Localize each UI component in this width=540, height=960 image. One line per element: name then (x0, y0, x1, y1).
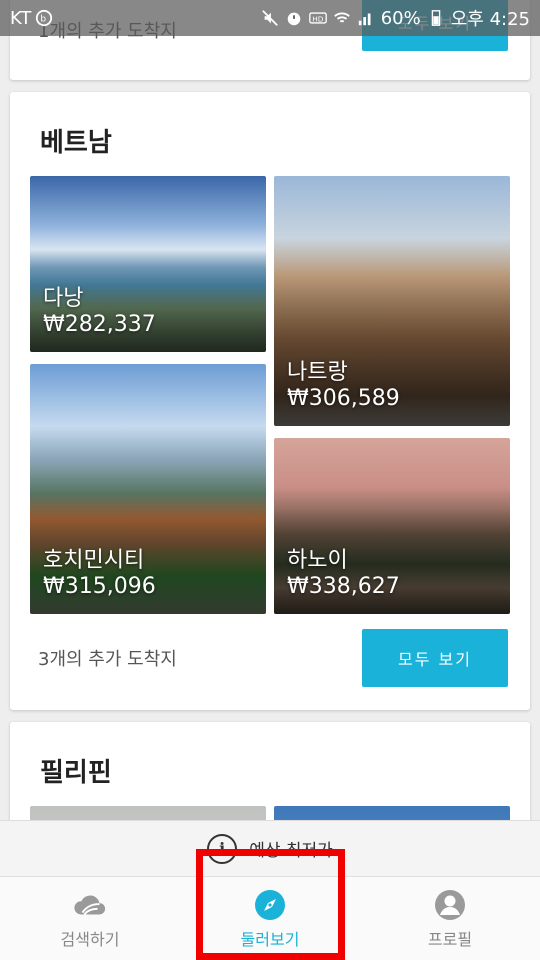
city-name: 하노이 (287, 548, 348, 573)
price: ₩338,627 (287, 574, 400, 599)
more-destinations-row: 3개의 추가 도착지 모두 보기 (10, 628, 530, 688)
city-name: 다낭 (43, 286, 84, 311)
battery-icon (431, 10, 441, 26)
estimate-info-bar[interactable]: i 예상 최저가 (0, 820, 540, 876)
nav-item-profile[interactable]: 프로필 (360, 877, 540, 960)
city-name: 나트랑 (287, 360, 348, 385)
nav-label: 프로필 (427, 929, 473, 949)
destination-tile-ho-chi-minh[interactable]: 호치민시티 ₩315,096 (30, 364, 266, 614)
clock: 오후 4:25 (450, 9, 530, 30)
price: ₩306,589 (287, 386, 400, 411)
status-right: HD 60% 오후 4:25 (261, 5, 530, 31)
destination-tile-hanoi[interactable]: 하노이 ₩338,627 (274, 438, 510, 614)
view-all-button[interactable]: 모두 보기 (362, 629, 508, 687)
nav-item-search[interactable]: 검색하기 (0, 877, 180, 960)
hd-icon: HD (308, 12, 327, 24)
cloud-search-icon (73, 888, 107, 922)
destination-tile-danang[interactable]: 다낭 ₩282,337 (30, 176, 266, 352)
more-destinations-text: 3개의 추가 도착지 (38, 649, 177, 670)
city-name: 호치민시티 (43, 548, 145, 573)
carrier-label: KT b (10, 8, 53, 29)
destination-tile-nhatrang[interactable]: 나트랑 ₩306,589 (274, 176, 510, 426)
nav-item-explore[interactable]: 둘러보기 (180, 877, 360, 960)
status-bar: KT b HD 60% 오후 4:25 (0, 0, 540, 36)
messenger-icon: b (36, 9, 53, 27)
wifi-icon (333, 12, 350, 23)
compass-icon (253, 888, 287, 922)
bottom-nav: 검색하기 둘러보기 프로필 (0, 876, 540, 960)
price: ₩315,096 (43, 574, 156, 599)
svg-text:b: b (41, 15, 47, 25)
mute-icon (261, 10, 278, 26)
nav-label: 둘러보기 (240, 929, 300, 949)
price: ₩282,337 (43, 312, 156, 337)
estimate-label: 예상 최저가 (249, 841, 333, 861)
section-title: 필리핀 (40, 758, 112, 788)
battery-percent: 60% (380, 7, 421, 29)
section-title: 베트남 (40, 128, 112, 158)
vietnam-card: 베트남 다낭 ₩282,337 나트랑 ₩306,589 호치민시티 ₩315,… (10, 92, 530, 710)
profile-icon (433, 888, 467, 922)
nav-label: 검색하기 (60, 929, 120, 949)
info-icon: i (207, 833, 238, 864)
svg-text:HD: HD (312, 14, 324, 23)
alarm-icon (287, 12, 301, 26)
signal-icon (358, 13, 371, 26)
